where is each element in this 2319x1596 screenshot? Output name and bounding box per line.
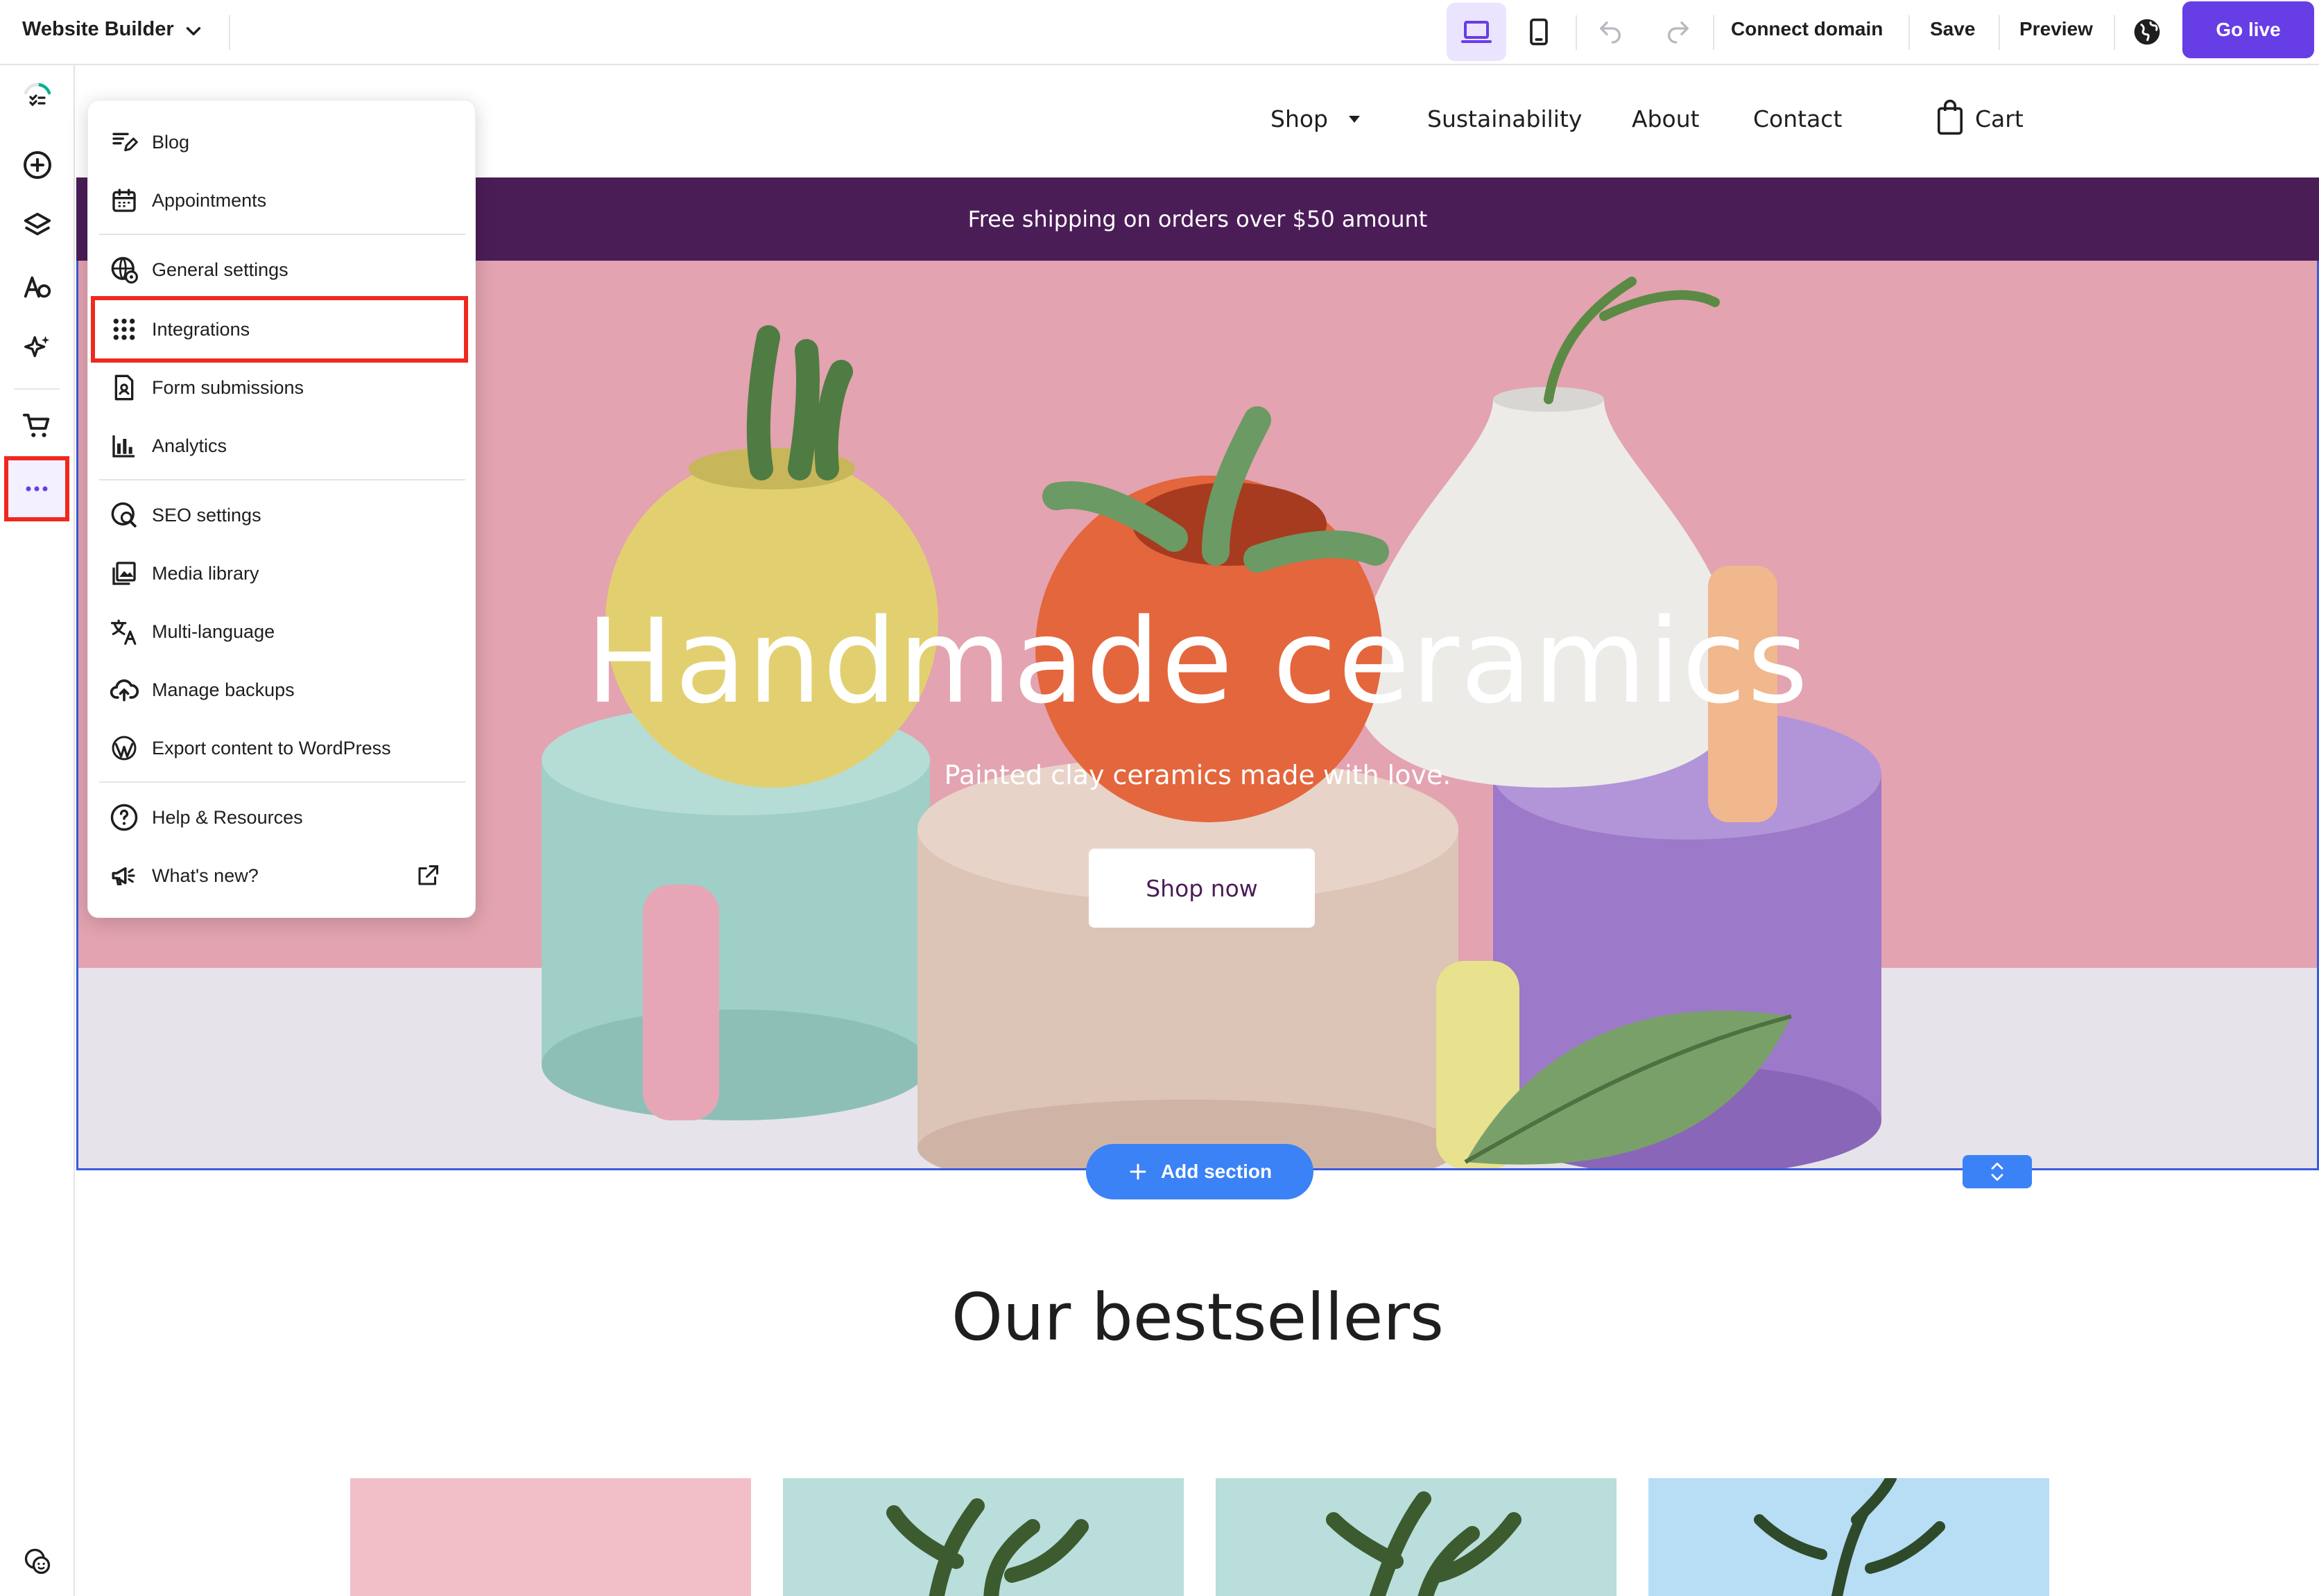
menu-item-whats-new[interactable]: What's new? [107, 855, 461, 896]
plant-photo [1326, 1491, 1521, 1596]
shop-now-button[interactable]: Shop now [1089, 849, 1315, 928]
external-link-icon[interactable] [415, 863, 440, 888]
divider [1999, 15, 2000, 50]
menu-label: Blog [152, 131, 190, 153]
nav-cart[interactable]: Cart [1975, 105, 2024, 132]
megaphone-icon [107, 859, 141, 892]
wordpress-icon [107, 731, 141, 765]
redo-icon[interactable] [1662, 15, 1695, 49]
styles-icon[interactable] [12, 262, 62, 312]
nav-about[interactable]: About [1632, 105, 1700, 132]
form-person-icon [107, 371, 141, 404]
plant-photo [1754, 1478, 1945, 1596]
menu-label: Multi-language [152, 621, 275, 642]
cloud-upload-icon [107, 673, 141, 706]
desktop-view-button[interactable] [1447, 3, 1506, 61]
menu-item-form-submissions[interactable]: Form submissions [107, 367, 461, 408]
divider [99, 479, 465, 480]
menu-item-export-wordpress[interactable]: Export content to WordPress [107, 727, 461, 769]
mobile-phone-icon [1530, 18, 1548, 46]
connect-domain-button[interactable]: Connect domain [1731, 18, 1883, 40]
divider [1713, 15, 1714, 50]
divider [99, 781, 465, 783]
product-card-image[interactable] [350, 1478, 751, 1596]
ai-tools-icon[interactable] [12, 323, 62, 373]
menu-label: Analytics [152, 435, 227, 456]
bar-chart-icon [107, 429, 141, 462]
app-title[interactable]: Website Builder [22, 18, 174, 41]
nav-sustainability[interactable]: Sustainability [1427, 105, 1582, 132]
menu-item-blog[interactable]: Blog [107, 121, 461, 163]
nav-shop[interactable]: Shop [1270, 105, 1328, 132]
plant-photo [886, 1498, 1089, 1596]
laptop-icon [1461, 21, 1492, 43]
globe-icon[interactable] [2130, 15, 2164, 49]
nav-contact[interactable]: Contact [1753, 105, 1842, 132]
menu-item-seo-settings[interactable]: SEO settings [107, 494, 461, 536]
mobile-view-button[interactable] [1509, 3, 1569, 61]
divider [99, 234, 465, 235]
globe-settings-icon [107, 253, 141, 286]
menu-label: Appointments [152, 189, 267, 211]
bestsellers-title[interactable]: Our bestsellers [76, 1280, 2319, 1355]
help-circle-icon [107, 801, 141, 834]
image-gallery-icon [107, 557, 141, 590]
add-section-button[interactable]: Add section [1086, 1144, 1313, 1199]
menu-label: Media library [152, 562, 259, 584]
divider [1908, 15, 1910, 50]
divider [2114, 15, 2115, 50]
menu-item-manage-backups[interactable]: Manage backups [107, 669, 461, 711]
menu-label: General settings [152, 259, 288, 280]
go-live-button[interactable]: Go live [2182, 1, 2314, 58]
menu-label: Export content to WordPress [152, 737, 391, 758]
save-button[interactable]: Save [1930, 18, 1975, 40]
store-cart-icon[interactable] [12, 401, 62, 451]
divider [1576, 15, 1577, 50]
more-button[interactable] [4, 456, 69, 521]
menu-item-help-resources[interactable]: Help & Resources [107, 797, 461, 838]
add-element-icon[interactable] [12, 140, 62, 190]
calendar-icon [107, 184, 141, 217]
menu-label: Manage backups [152, 679, 295, 700]
menu-item-media-library[interactable]: Media library [107, 553, 461, 594]
product-card-image[interactable] [783, 1478, 1184, 1596]
add-section-label: Add section [1160, 1161, 1273, 1182]
product-card-image[interactable] [1648, 1478, 2049, 1596]
menu-label: SEO settings [152, 504, 261, 526]
more-menu: Blog Appointments General settings Integ… [87, 100, 476, 918]
top-bar: Website Builder Connect domain Save Prev… [0, 0, 2319, 65]
menu-item-general-settings[interactable]: General settings [107, 249, 461, 290]
menu-item-appointments[interactable]: Appointments [107, 180, 461, 221]
menu-label: Help & Resources [152, 806, 303, 828]
integrations-highlight-box [91, 296, 468, 363]
more-icon [26, 486, 48, 492]
chevron-down-icon[interactable] [182, 19, 205, 43]
product-card-image[interactable] [1216, 1478, 1617, 1596]
divider [14, 388, 60, 390]
left-sidebar [0, 65, 75, 1596]
shopping-bag-icon[interactable] [1935, 98, 1965, 136]
progress-checklist-icon[interactable] [12, 72, 62, 122]
caret-down-icon[interactable] [1347, 114, 1362, 125]
menu-label: Form submissions [152, 376, 304, 398]
divider [229, 15, 230, 50]
menu-item-multi-language[interactable]: Multi-language [107, 611, 461, 652]
menu-label: What's new? [152, 865, 259, 886]
up-down-chevron-icon [1991, 1162, 2003, 1181]
plus-icon [1130, 1163, 1146, 1180]
menu-item-analytics[interactable]: Analytics [107, 425, 461, 467]
seo-search-icon [107, 498, 141, 532]
undo-icon[interactable] [1594, 15, 1627, 49]
preview-button[interactable]: Preview [2019, 18, 2093, 40]
blog-edit-icon [107, 125, 141, 159]
translate-icon [107, 615, 141, 648]
layers-icon[interactable] [12, 201, 62, 251]
help-chat-icon[interactable] [12, 1536, 62, 1586]
reorder-section-button[interactable] [1963, 1155, 2032, 1188]
promo-banner-text: Free shipping on orders over $50 amount [967, 206, 1428, 232]
